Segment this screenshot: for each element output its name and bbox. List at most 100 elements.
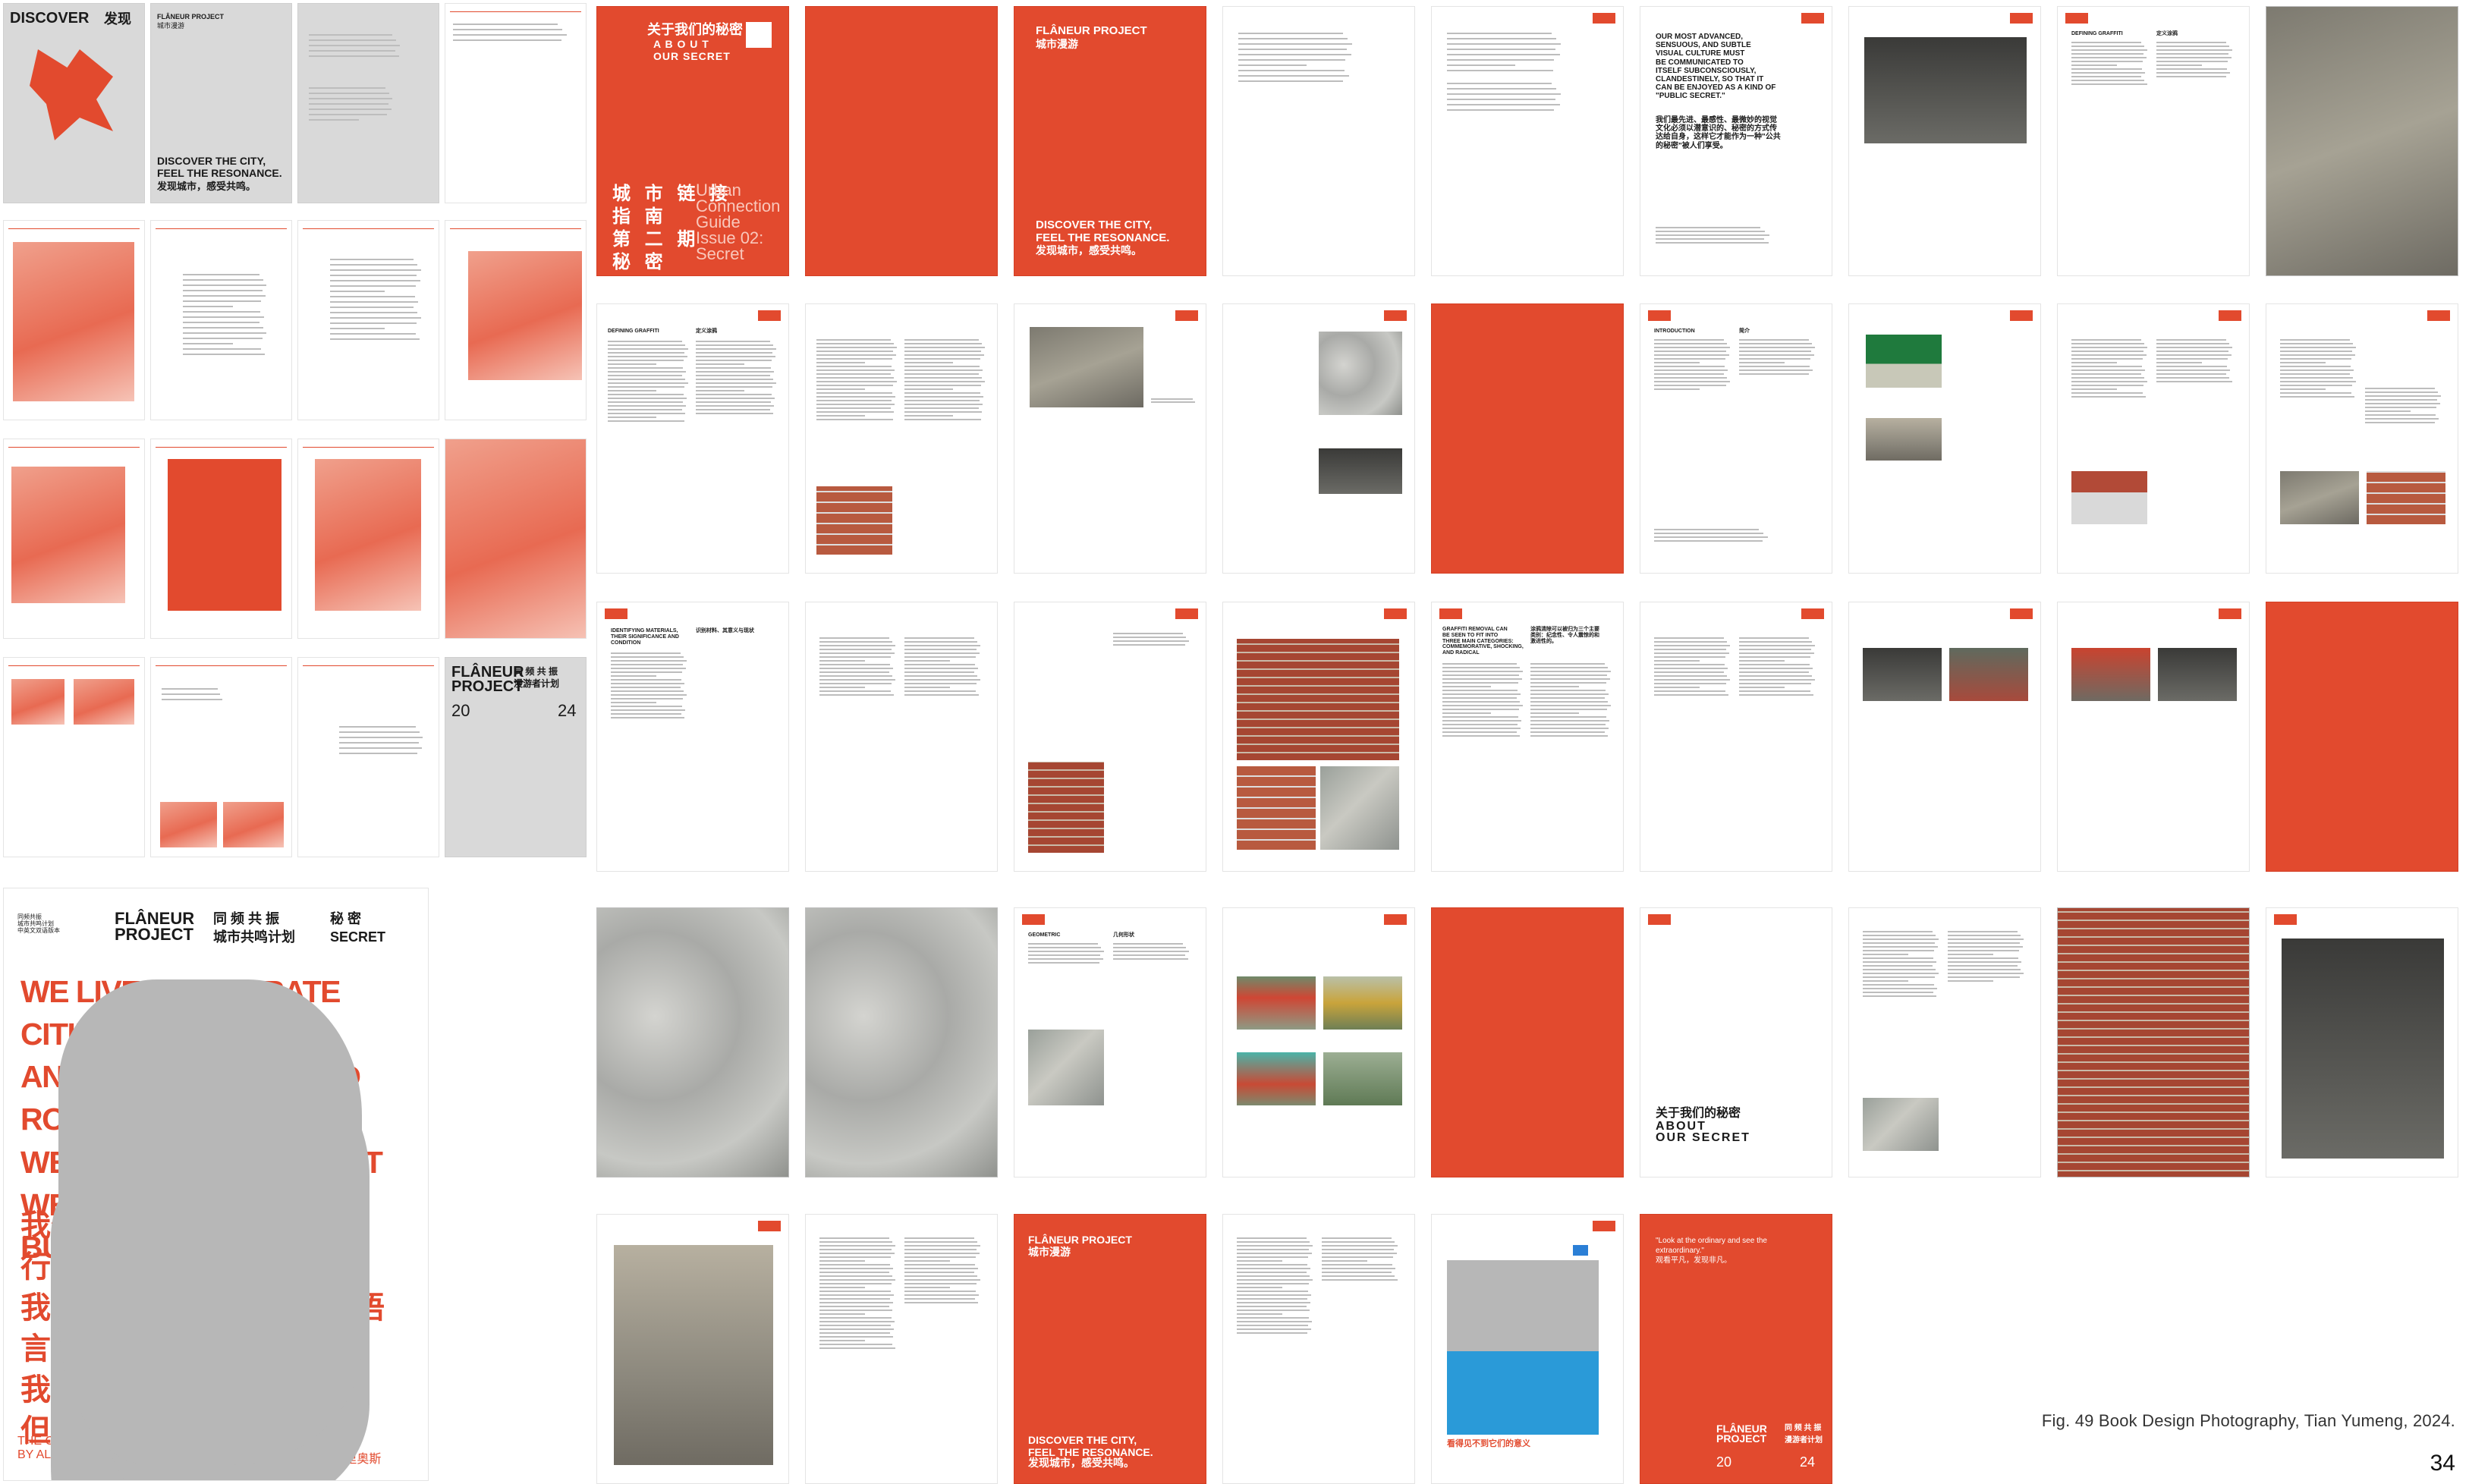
- photo-image: [2280, 471, 2359, 524]
- photo-image: [2058, 908, 2249, 1177]
- photo-page: [596, 1214, 789, 1484]
- page-text: DISCOVER THE CITY, FEEL THE RESONANCE.: [1028, 1434, 1153, 1458]
- text-line: [611, 671, 682, 673]
- text-line: [1654, 664, 1725, 665]
- body-text-lines: [1322, 1237, 1398, 1283]
- text-line: [1739, 683, 1811, 684]
- text-line: [904, 358, 980, 360]
- text-page: [1640, 602, 1832, 872]
- text-line: [608, 390, 656, 391]
- photo-image: [1319, 448, 1402, 494]
- text-line: [611, 656, 684, 658]
- photo-image: [13, 242, 134, 401]
- text-line: [309, 108, 392, 110]
- text-line: [1238, 59, 1345, 61]
- text-line: [1238, 64, 1307, 66]
- text-line: [819, 1237, 889, 1239]
- spread-canvas: DISCOVER 发现 FLÂNEUR PROJECT 城市漫游 DISCOVER TH…: [0, 0, 2469, 1484]
- text-line: [1654, 690, 1725, 692]
- photo-image: [1030, 327, 1143, 407]
- text-line: [183, 348, 262, 350]
- text-line: [1530, 671, 1611, 672]
- text-page: [445, 3, 587, 203]
- text-line: [1238, 75, 1349, 77]
- body-text-lines: [339, 726, 423, 758]
- body-text-lines: [1113, 633, 1189, 648]
- text-line: [1237, 1279, 1313, 1281]
- text-line: [1654, 381, 1730, 382]
- text-line: [1739, 649, 1811, 650]
- text-line: [1237, 1325, 1308, 1326]
- text-line: [1739, 366, 1810, 367]
- cover-discover: DISCOVER 发现: [3, 3, 145, 203]
- text-line: [330, 269, 421, 271]
- project-logo: [2274, 608, 2297, 619]
- text-line: [696, 348, 776, 350]
- text-line: [819, 652, 895, 654]
- text-line: [904, 687, 950, 688]
- text-line: [2071, 42, 2141, 43]
- text-line: [2365, 395, 2441, 397]
- text-line: [1442, 716, 1518, 718]
- body-text-lines: [1113, 943, 1189, 962]
- text-line: [330, 307, 414, 308]
- photo-page: [2266, 907, 2458, 1177]
- text-line: [183, 322, 260, 323]
- body-text-lines: [1028, 943, 1104, 966]
- text-line: [1442, 712, 1491, 714]
- text-line: [611, 706, 682, 707]
- photo-image: [1866, 335, 1942, 388]
- text-line: [2071, 362, 2117, 363]
- text-line: [1530, 674, 1607, 676]
- text-line: [819, 1336, 893, 1338]
- text-line: [696, 382, 776, 384]
- text-line: [904, 690, 976, 692]
- text-line: [611, 668, 686, 669]
- text-line: [1113, 644, 1185, 646]
- text-line: [1028, 943, 1098, 945]
- text-line: [1530, 709, 1607, 710]
- text-line: [2365, 422, 2435, 423]
- page-text: 发现城市，感受共鸣。: [1036, 244, 1142, 256]
- body-text-lines: [330, 259, 421, 344]
- text-line: [309, 87, 386, 89]
- photo-image: [1323, 976, 1402, 1030]
- text-line: [1948, 946, 2023, 948]
- page-text: SECRET: [330, 929, 386, 945]
- text-line: [162, 699, 222, 700]
- text-line: [183, 274, 260, 275]
- text-line: [1113, 633, 1183, 634]
- text-line: [1447, 59, 1554, 61]
- text-line: [1447, 38, 1556, 39]
- project-logo: [813, 13, 836, 24]
- text-line: [1654, 668, 1728, 669]
- project-logo: [1801, 608, 1824, 619]
- text-line: [904, 404, 983, 405]
- body-text-lines: [1442, 663, 1523, 739]
- text-line: [330, 338, 420, 340]
- text-line: [1654, 385, 1726, 386]
- text-line: [819, 1253, 895, 1254]
- text-line: [1948, 950, 2019, 951]
- text-line: [1656, 242, 1769, 244]
- page-text: 定义涂鸦: [696, 329, 717, 334]
- text-line: [1237, 1253, 1312, 1254]
- page-text: 关于我们的秘密: [1656, 1107, 1741, 1120]
- project-logo: [1022, 1221, 1045, 1231]
- body-text-lines: [1237, 1237, 1313, 1336]
- text-line: [1739, 645, 1815, 646]
- text-line: [904, 419, 981, 420]
- text-line: [608, 379, 685, 380]
- text-line: [339, 726, 417, 728]
- text-line: [611, 679, 681, 681]
- photo-page: [297, 439, 439, 639]
- text-line: [2280, 369, 2354, 371]
- text-line: [2156, 366, 2227, 367]
- text-line: [2156, 76, 2226, 77]
- back-cover-red: "Look at the ordinary and see the extrao…: [1640, 1214, 1832, 1484]
- text-line: [2071, 385, 2143, 386]
- header-rule: [156, 228, 287, 229]
- text-line: [1530, 667, 1608, 668]
- text-line: [1237, 1287, 1282, 1288]
- text-line: [1739, 675, 1812, 677]
